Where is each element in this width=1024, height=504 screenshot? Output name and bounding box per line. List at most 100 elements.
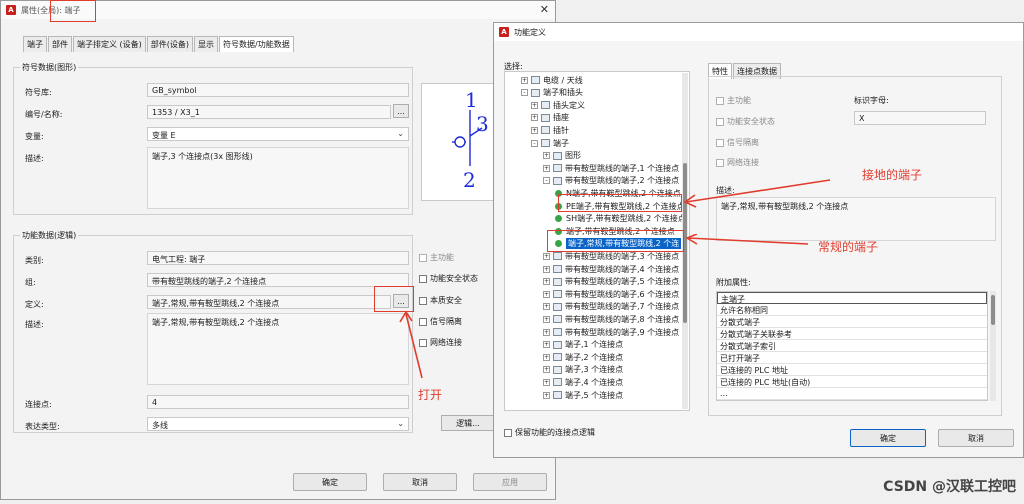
representation-select-value: 多线: [152, 421, 168, 430]
tree-folder-item[interactable]: + 端子,5 个连接点: [543, 390, 623, 400]
dialog-cancel-button[interactable]: 取消: [938, 429, 1014, 447]
tab-terminal[interactable]: 端子: [23, 36, 47, 52]
expand-icon[interactable]: +: [543, 152, 550, 160]
tree-folder-item[interactable]: + 带有鞍型跳线的端子,8 个连接点: [543, 314, 679, 324]
tree-folder-item[interactable]: + 端子,4 个连接点: [543, 377, 623, 387]
table-row[interactable]: ...: [717, 388, 987, 400]
expand-icon[interactable]: +: [543, 252, 550, 260]
table-row[interactable]: 已连接的 PLC 地址(自动): [717, 376, 987, 388]
extra-scroll-thumb[interactable]: [991, 295, 995, 325]
expand-icon[interactable]: +: [543, 265, 550, 273]
tree-folder-item[interactable]: + 端子,2 个连接点: [543, 352, 623, 362]
main-function-checkbox[interactable]: 主功能: [419, 252, 454, 263]
tree-folder-item[interactable]: - 端子: [531, 138, 569, 148]
expand-icon[interactable]: +: [521, 76, 528, 84]
tree-folder-item[interactable]: + 电缆 / 天线: [521, 75, 583, 85]
expand-icon[interactable]: +: [543, 391, 550, 399]
extra-props-table[interactable]: 主端子 允许名称相同 分散式端子 分散式端子关联参考 分散式端子索引 已打开端子 已连接的 …: [716, 291, 988, 401]
variant-select[interactable]: 变量 E ⌄: [147, 127, 409, 141]
dialog-network-connection-checkbox[interactable]: 网络连接: [716, 157, 759, 168]
ok-button[interactable]: 确定: [293, 473, 367, 491]
expand-icon[interactable]: +: [543, 366, 550, 374]
expand-icon[interactable]: +: [543, 164, 550, 172]
apply-button[interactable]: 应用: [473, 473, 547, 491]
collapse-icon[interactable]: -: [531, 139, 538, 147]
dialog-ok-button[interactable]: 确定: [850, 429, 926, 447]
tab-part-device[interactable]: 部件(设备): [146, 36, 194, 52]
tree-item-label: 带有鞍型跳线的端子,9 个连接点: [565, 327, 680, 337]
tab-part[interactable]: 部件: [48, 36, 72, 52]
extra-props-scrollbar[interactable]: [990, 291, 996, 401]
expand-icon[interactable]: +: [543, 278, 550, 286]
tree-folder-item[interactable]: + 端子,1 个连接点: [543, 340, 623, 350]
close-icon[interactable]: ✕: [540, 3, 549, 16]
expand-icon[interactable]: +: [543, 341, 550, 349]
table-row[interactable]: 已连接的 PLC 地址: [717, 364, 987, 376]
collapse-icon[interactable]: -: [543, 177, 550, 185]
symbol-lib-field[interactable]: GB_symbol: [147, 83, 409, 97]
table-row[interactable]: 主端子: [717, 292, 987, 304]
intrinsic-safety-checkbox[interactable]: 本质安全: [419, 295, 462, 306]
expand-icon[interactable]: +: [531, 114, 538, 122]
symbol-number-field[interactable]: 1353 / X3_1: [147, 105, 391, 119]
tree-item-label: 端子,3 个连接点: [565, 365, 624, 375]
dialog-functional-safety-checkbox[interactable]: 功能安全状态: [716, 116, 775, 127]
tree-folder-item[interactable]: + 插针: [531, 125, 569, 135]
tree-folder-item[interactable]: + 带有鞍型跳线的端子,7 个连接点: [543, 302, 679, 312]
tree-folder-item[interactable]: + 带有鞍型跳线的端子,3 个连接点: [543, 251, 679, 261]
preview-label-3: 3: [476, 112, 489, 136]
function-group-icon: [553, 277, 562, 286]
function-group-icon: [541, 101, 550, 110]
table-row[interactable]: 已打开端子: [717, 352, 987, 364]
symbol-browse-button[interactable]: ...: [393, 104, 409, 118]
tree-folder-item[interactable]: + 端子,3 个连接点: [543, 365, 623, 375]
expand-icon[interactable]: +: [543, 378, 550, 386]
tree-folder-item[interactable]: + 图形: [543, 151, 581, 161]
functional-safety-checkbox[interactable]: 功能安全状态: [419, 273, 478, 284]
keep-connection-logic-checkbox[interactable]: 保留功能的连接点逻辑: [504, 427, 595, 438]
tab-symbol-function-data[interactable]: 符号数据/功能数据: [219, 36, 294, 52]
expand-icon[interactable]: +: [543, 303, 550, 311]
expand-icon[interactable]: +: [543, 328, 550, 336]
logic-button[interactable]: 逻辑...: [441, 415, 495, 431]
tree-folder-item[interactable]: + 插座: [531, 113, 569, 123]
dialog-main-function-checkbox[interactable]: 主功能: [716, 95, 751, 106]
expand-icon[interactable]: +: [543, 290, 550, 298]
tree-folder-item[interactable]: - 端子和插头: [521, 88, 583, 98]
tree-folder-item[interactable]: + 带有鞍型跳线的端子,1 个连接点: [543, 163, 679, 173]
tree-item-label: 端子和插头: [543, 88, 583, 98]
extra-props-label: 附加属性:: [716, 278, 751, 287]
symbol-desc-area[interactable]: 端子,3 个连接点(3x 图形线): [147, 147, 409, 209]
expand-icon[interactable]: +: [531, 101, 538, 109]
tree-folder-item[interactable]: + 带有鞍型跳线的端子,6 个连接点: [543, 289, 679, 299]
dialog-signal-isolation-checkbox[interactable]: 信号隔离: [716, 137, 759, 148]
expand-icon[interactable]: +: [543, 353, 550, 361]
group-field[interactable]: 带有鞍型跳线的端子,2 个连接点: [147, 273, 409, 287]
representation-select[interactable]: 多线 ⌄: [147, 417, 409, 431]
expand-icon[interactable]: +: [531, 126, 538, 134]
identifier-field[interactable]: X: [854, 111, 986, 125]
collapse-icon[interactable]: -: [521, 89, 528, 97]
tab-terminal-strip[interactable]: 端子排定义 (设备): [73, 36, 146, 52]
function-group-title: 功能数据(逻辑): [20, 230, 79, 241]
category-field[interactable]: 电气工程: 端子: [147, 251, 409, 265]
tree-leaf-item[interactable]: SH端子,带有鞍型跳线,2 个连接点: [555, 214, 686, 224]
cancel-button[interactable]: 取消: [383, 473, 457, 491]
tree-item-label: 端子,2 个连接点: [565, 352, 624, 362]
function-group-icon: [553, 378, 562, 387]
checkbox-icon: [716, 117, 724, 126]
function-desc-area[interactable]: 端子,常规,带有鞍型跳线,2 个连接点: [147, 313, 409, 385]
table-row[interactable]: 分散式端子索引: [717, 340, 987, 352]
tree-folder-item[interactable]: + 插头定义: [531, 100, 585, 110]
tree-folder-item[interactable]: + 带有鞍型跳线的端子,9 个连接点: [543, 327, 679, 337]
tree-folder-item[interactable]: + 带有鞍型跳线的端子,4 个连接点: [543, 264, 679, 274]
connection-points-field[interactable]: 4: [147, 395, 409, 409]
tree-folder-item[interactable]: - 带有鞍型跳线的端子,2 个连接点: [543, 176, 679, 186]
table-row[interactable]: 分散式端子: [717, 316, 987, 328]
tab-display[interactable]: 显示: [194, 36, 219, 52]
tree-folder-item[interactable]: + 带有鞍型跳线的端子,5 个连接点: [543, 277, 679, 287]
table-row[interactable]: 允许名称相同: [717, 304, 987, 316]
table-row[interactable]: 分散式端子关联参考: [717, 328, 987, 340]
definition-field[interactable]: 端子,常规,带有鞍型跳线,2 个连接点: [147, 295, 391, 309]
expand-icon[interactable]: +: [543, 315, 550, 323]
